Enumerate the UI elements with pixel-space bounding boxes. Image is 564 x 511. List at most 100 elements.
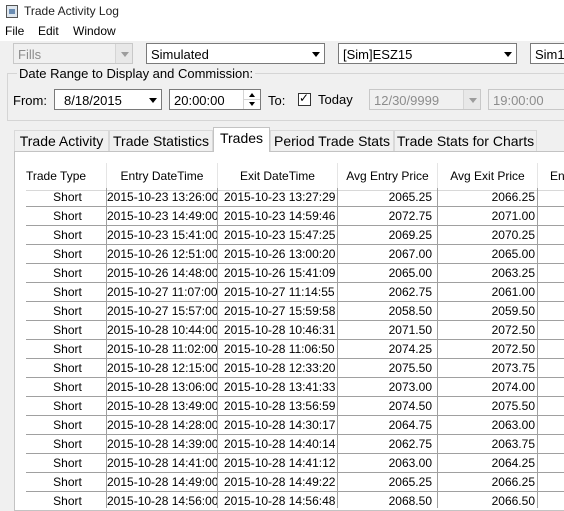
trade-type-cell: Short (26, 245, 107, 264)
table-row[interactable]: Short 2015-10-28 10:44:00 2015-10-28 10:46… (26, 321, 564, 340)
symbol-select[interactable]: [Sim]ESZ15 (338, 43, 517, 64)
avg-entry-price-cell: 2065.00 (338, 264, 438, 283)
tab-label: Trade Statistics (113, 133, 209, 149)
entry-datetime-cell: 2015-10-28 12:15:00 (107, 359, 218, 378)
trade-type-cell: Short (26, 321, 107, 340)
tab-trade-activity[interactable]: Trade Activity (14, 130, 109, 151)
entry-datetime-cell: 2015-10-23 14:49:00 (107, 207, 218, 226)
avg-exit-price-cell: 2064.25 (438, 454, 538, 473)
time-spinner[interactable] (243, 90, 260, 109)
exit-datetime-cell: 2015-10-28 10:46:31 (218, 321, 338, 340)
extra-select-value: Sim1 (535, 47, 564, 62)
table-row[interactable]: Short 2015-10-28 14:49:00 2015-10-28 14:49… (26, 473, 564, 492)
checkmark-icon: ✓ (299, 91, 310, 105)
trade-type-cell: Short (26, 397, 107, 416)
avg-exit-price-cell: 2066.25 (438, 188, 538, 207)
exit-datetime-cell: 2015-10-28 14:49:22 (218, 473, 338, 492)
avg-exit-price-cell: 2063.25 (438, 264, 538, 283)
extra-select[interactable]: Sim1 (530, 43, 564, 64)
type-select[interactable]: Fills (13, 43, 133, 64)
avg-entry-price-cell: 2074.25 (338, 340, 438, 359)
chevron-down-icon (463, 90, 480, 109)
trade-type-cell: Short (26, 207, 107, 226)
table-row[interactable]: Short 2015-10-28 14:41:00 2015-10-28 14:41… (26, 454, 564, 473)
tab-period-trade-stats[interactable]: Period Trade Stats (270, 130, 394, 151)
menu-window[interactable]: Window (73, 24, 116, 38)
to-date-picker[interactable]: 12/30/9999 (369, 89, 481, 110)
exit-datetime-cell: 2015-10-27 15:59:58 (218, 302, 338, 321)
type-select-value: Fills (18, 47, 42, 62)
entry-datetime-cell: 2015-10-28 14:28:00 (107, 416, 218, 435)
trade-type-cell: Short (26, 473, 107, 492)
entry-partial-cell (538, 264, 564, 283)
avg-exit-price-cell: 2063.75 (438, 435, 538, 454)
column-header-entry-partial[interactable]: Ent (538, 163, 564, 190)
from-time-field[interactable]: 20:00:00 (169, 89, 261, 110)
table-row[interactable]: Short 2015-10-23 15:41:00 2015-10-23 15:47… (26, 226, 564, 245)
from-label: From: (13, 93, 47, 108)
column-header-avg-entry-price[interactable]: Avg Entry Price (338, 163, 438, 190)
trade-type-cell: Short (26, 435, 107, 454)
entry-partial-cell (538, 302, 564, 321)
menu-file[interactable]: File (5, 24, 24, 38)
table-row[interactable]: Short 2015-10-23 13:26:00 2015-10-23 13:27… (26, 188, 564, 207)
table-row[interactable]: Short 2015-10-28 13:06:00 2015-10-28 13:41… (26, 378, 564, 397)
avg-entry-price-cell: 2063.00 (338, 454, 438, 473)
exit-datetime-cell: 2015-10-28 14:56:48 (218, 492, 338, 508)
table-row[interactable]: Short 2015-10-28 14:56:00 2015-10-28 14:56… (26, 492, 564, 508)
menu-edit[interactable]: Edit (38, 24, 59, 38)
trade-type-cell: Short (26, 359, 107, 378)
column-header-trade-type[interactable]: Trade Type (26, 163, 107, 190)
table-row[interactable]: Short 2015-10-23 14:49:00 2015-10-23 14:59… (26, 207, 564, 226)
window-title: Trade Activity Log (24, 4, 119, 18)
spin-up-icon[interactable] (244, 90, 260, 100)
to-time-field[interactable]: 19:00:00 (488, 89, 564, 110)
table-row[interactable]: Short 2015-10-27 11:07:00 2015-10-27 11:14… (26, 283, 564, 302)
entry-datetime-cell: 2015-10-27 11:07:00 (107, 283, 218, 302)
from-time-value: 20:00:00 (174, 93, 225, 108)
entry-partial-cell (538, 416, 564, 435)
avg-exit-price-cell: 2075.50 (438, 397, 538, 416)
entry-datetime-cell: 2015-10-26 14:48:00 (107, 264, 218, 283)
avg-exit-price-cell: 2065.00 (438, 245, 538, 264)
today-checkbox[interactable]: ✓ (298, 91, 311, 106)
exit-datetime-cell: 2015-10-27 11:14:55 (218, 283, 338, 302)
table-row[interactable]: Short 2015-10-28 12:15:00 2015-10-28 12:33… (26, 359, 564, 378)
avg-exit-price-cell: 2066.50 (438, 492, 538, 508)
table-row[interactable]: Short 2015-10-26 12:51:00 2015-10-26 13:00… (26, 245, 564, 264)
exit-datetime-cell: 2015-10-26 15:41:09 (218, 264, 338, 283)
today-label: Today (318, 92, 353, 107)
table-row[interactable]: Short 2015-10-28 14:28:00 2015-10-28 14:30… (26, 416, 564, 435)
avg-exit-price-cell: 2061.00 (438, 283, 538, 302)
trades-grid[interactable]: Trade Type Entry DateTime Exit DateTime … (26, 163, 564, 508)
avg-entry-price-cell: 2067.00 (338, 245, 438, 264)
trade-type-cell: Short (26, 340, 107, 359)
table-row[interactable]: Short 2015-10-28 13:49:00 2015-10-28 13:56… (26, 397, 564, 416)
table-row[interactable]: Short 2015-10-27 15:57:00 2015-10-27 15:59… (26, 302, 564, 321)
entry-partial-cell (538, 283, 564, 302)
entry-partial-cell (538, 188, 564, 207)
spin-down-icon[interactable] (244, 100, 260, 109)
table-row[interactable]: Short 2015-10-28 14:39:00 2015-10-28 14:40… (26, 435, 564, 454)
table-row[interactable]: Short 2015-10-26 14:48:00 2015-10-26 15:41… (26, 264, 564, 283)
exit-datetime-cell: 2015-10-28 14:41:12 (218, 454, 338, 473)
avg-entry-price-cell: 2071.50 (338, 321, 438, 340)
tab-trades[interactable]: Trades (213, 127, 270, 152)
chevron-down-icon (499, 44, 516, 63)
table-row[interactable]: Short 2015-10-28 11:02:00 2015-10-28 11:06… (26, 340, 564, 359)
avg-entry-price-cell: 2064.75 (338, 416, 438, 435)
entry-partial-cell (538, 473, 564, 492)
avg-exit-price-cell: 2072.50 (438, 340, 538, 359)
exit-datetime-cell: 2015-10-23 13:27:29 (218, 188, 338, 207)
tab-label: Trade Activity (19, 133, 104, 149)
from-date-picker[interactable]: 8/18/2015 (54, 89, 162, 110)
tab-trade-statistics[interactable]: Trade Statistics (109, 130, 213, 151)
entry-partial-cell (538, 245, 564, 264)
column-header-entry-datetime[interactable]: Entry DateTime (107, 163, 218, 190)
column-header-exit-datetime[interactable]: Exit DateTime (218, 163, 338, 190)
account-select[interactable]: Simulated (146, 43, 325, 64)
entry-partial-cell (538, 435, 564, 454)
tab-trade-stats-for-charts[interactable]: Trade Stats for Charts (394, 130, 537, 151)
entry-partial-cell (538, 378, 564, 397)
column-header-avg-exit-price[interactable]: Avg Exit Price (438, 163, 538, 190)
